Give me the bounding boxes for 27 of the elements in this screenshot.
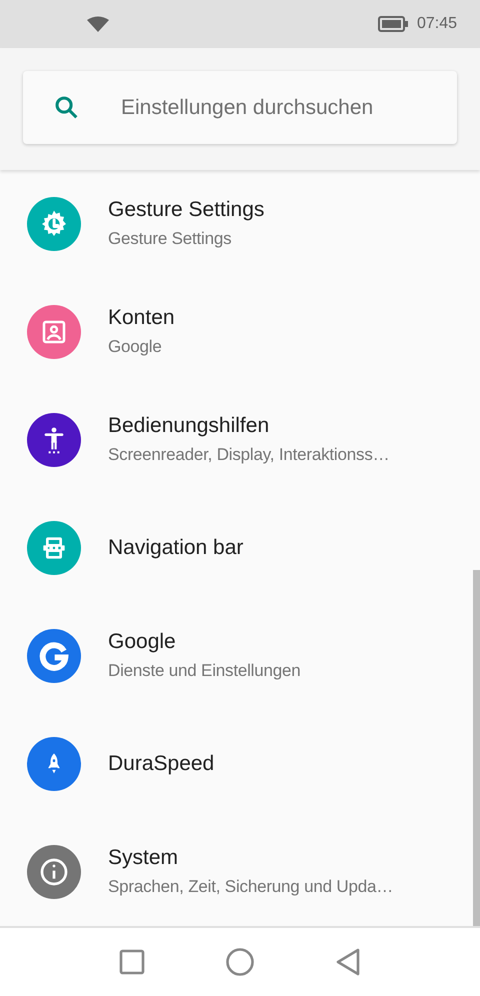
settings-item[interactable]: Gesture Settings Gesture Settings: [0, 170, 473, 278]
item-title: Navigation bar: [108, 535, 244, 561]
item-title: Gesture Settings: [108, 197, 264, 223]
settings-item[interactable]: Google Dienste und Einstellungen: [0, 602, 473, 710]
search-field[interactable]: Einstellungen durchsuchen: [121, 92, 457, 124]
battery-icon: [378, 16, 408, 32]
item-title: Konten: [108, 305, 175, 331]
settings-item[interactable]: Bedienungshilfen Screenreader, Display, Interaktionss…: [0, 386, 473, 494]
circle-icon[interactable]: [225, 947, 255, 977]
square-icon[interactable]: [119, 949, 145, 975]
item-subtitle: Sprachen, Zeit, Sicherung und Upda…: [108, 876, 394, 898]
settings-item[interactable]: System Sprachen, Zeit, Sicherung und Upda…: [0, 818, 473, 926]
item-title: DuraSpeed: [108, 751, 214, 777]
item-subtitle: Google: [108, 336, 163, 358]
settings-item[interactable]: Navigation bar: [0, 494, 473, 602]
item-subtitle: Gesture Settings: [108, 228, 232, 250]
search-bar[interactable]: Einstellungen durchsuchen: [23, 71, 457, 144]
item-title: System: [108, 845, 180, 871]
item-subtitle: Screenreader, Display, Interaktionss…: [108, 444, 390, 466]
item-subtitle: Dienste und Einstellungen: [108, 660, 301, 682]
wifi-icon: [87, 16, 109, 32]
item-title: Google: [108, 629, 177, 655]
clock: 07:45: [416, 14, 457, 34]
item-title: Bedienungshilfen: [108, 413, 270, 439]
settings-item[interactable]: Konten Google: [0, 278, 473, 386]
triangle-icon[interactable]: [335, 947, 361, 977]
settings-item[interactable]: DuraSpeed: [0, 710, 473, 818]
